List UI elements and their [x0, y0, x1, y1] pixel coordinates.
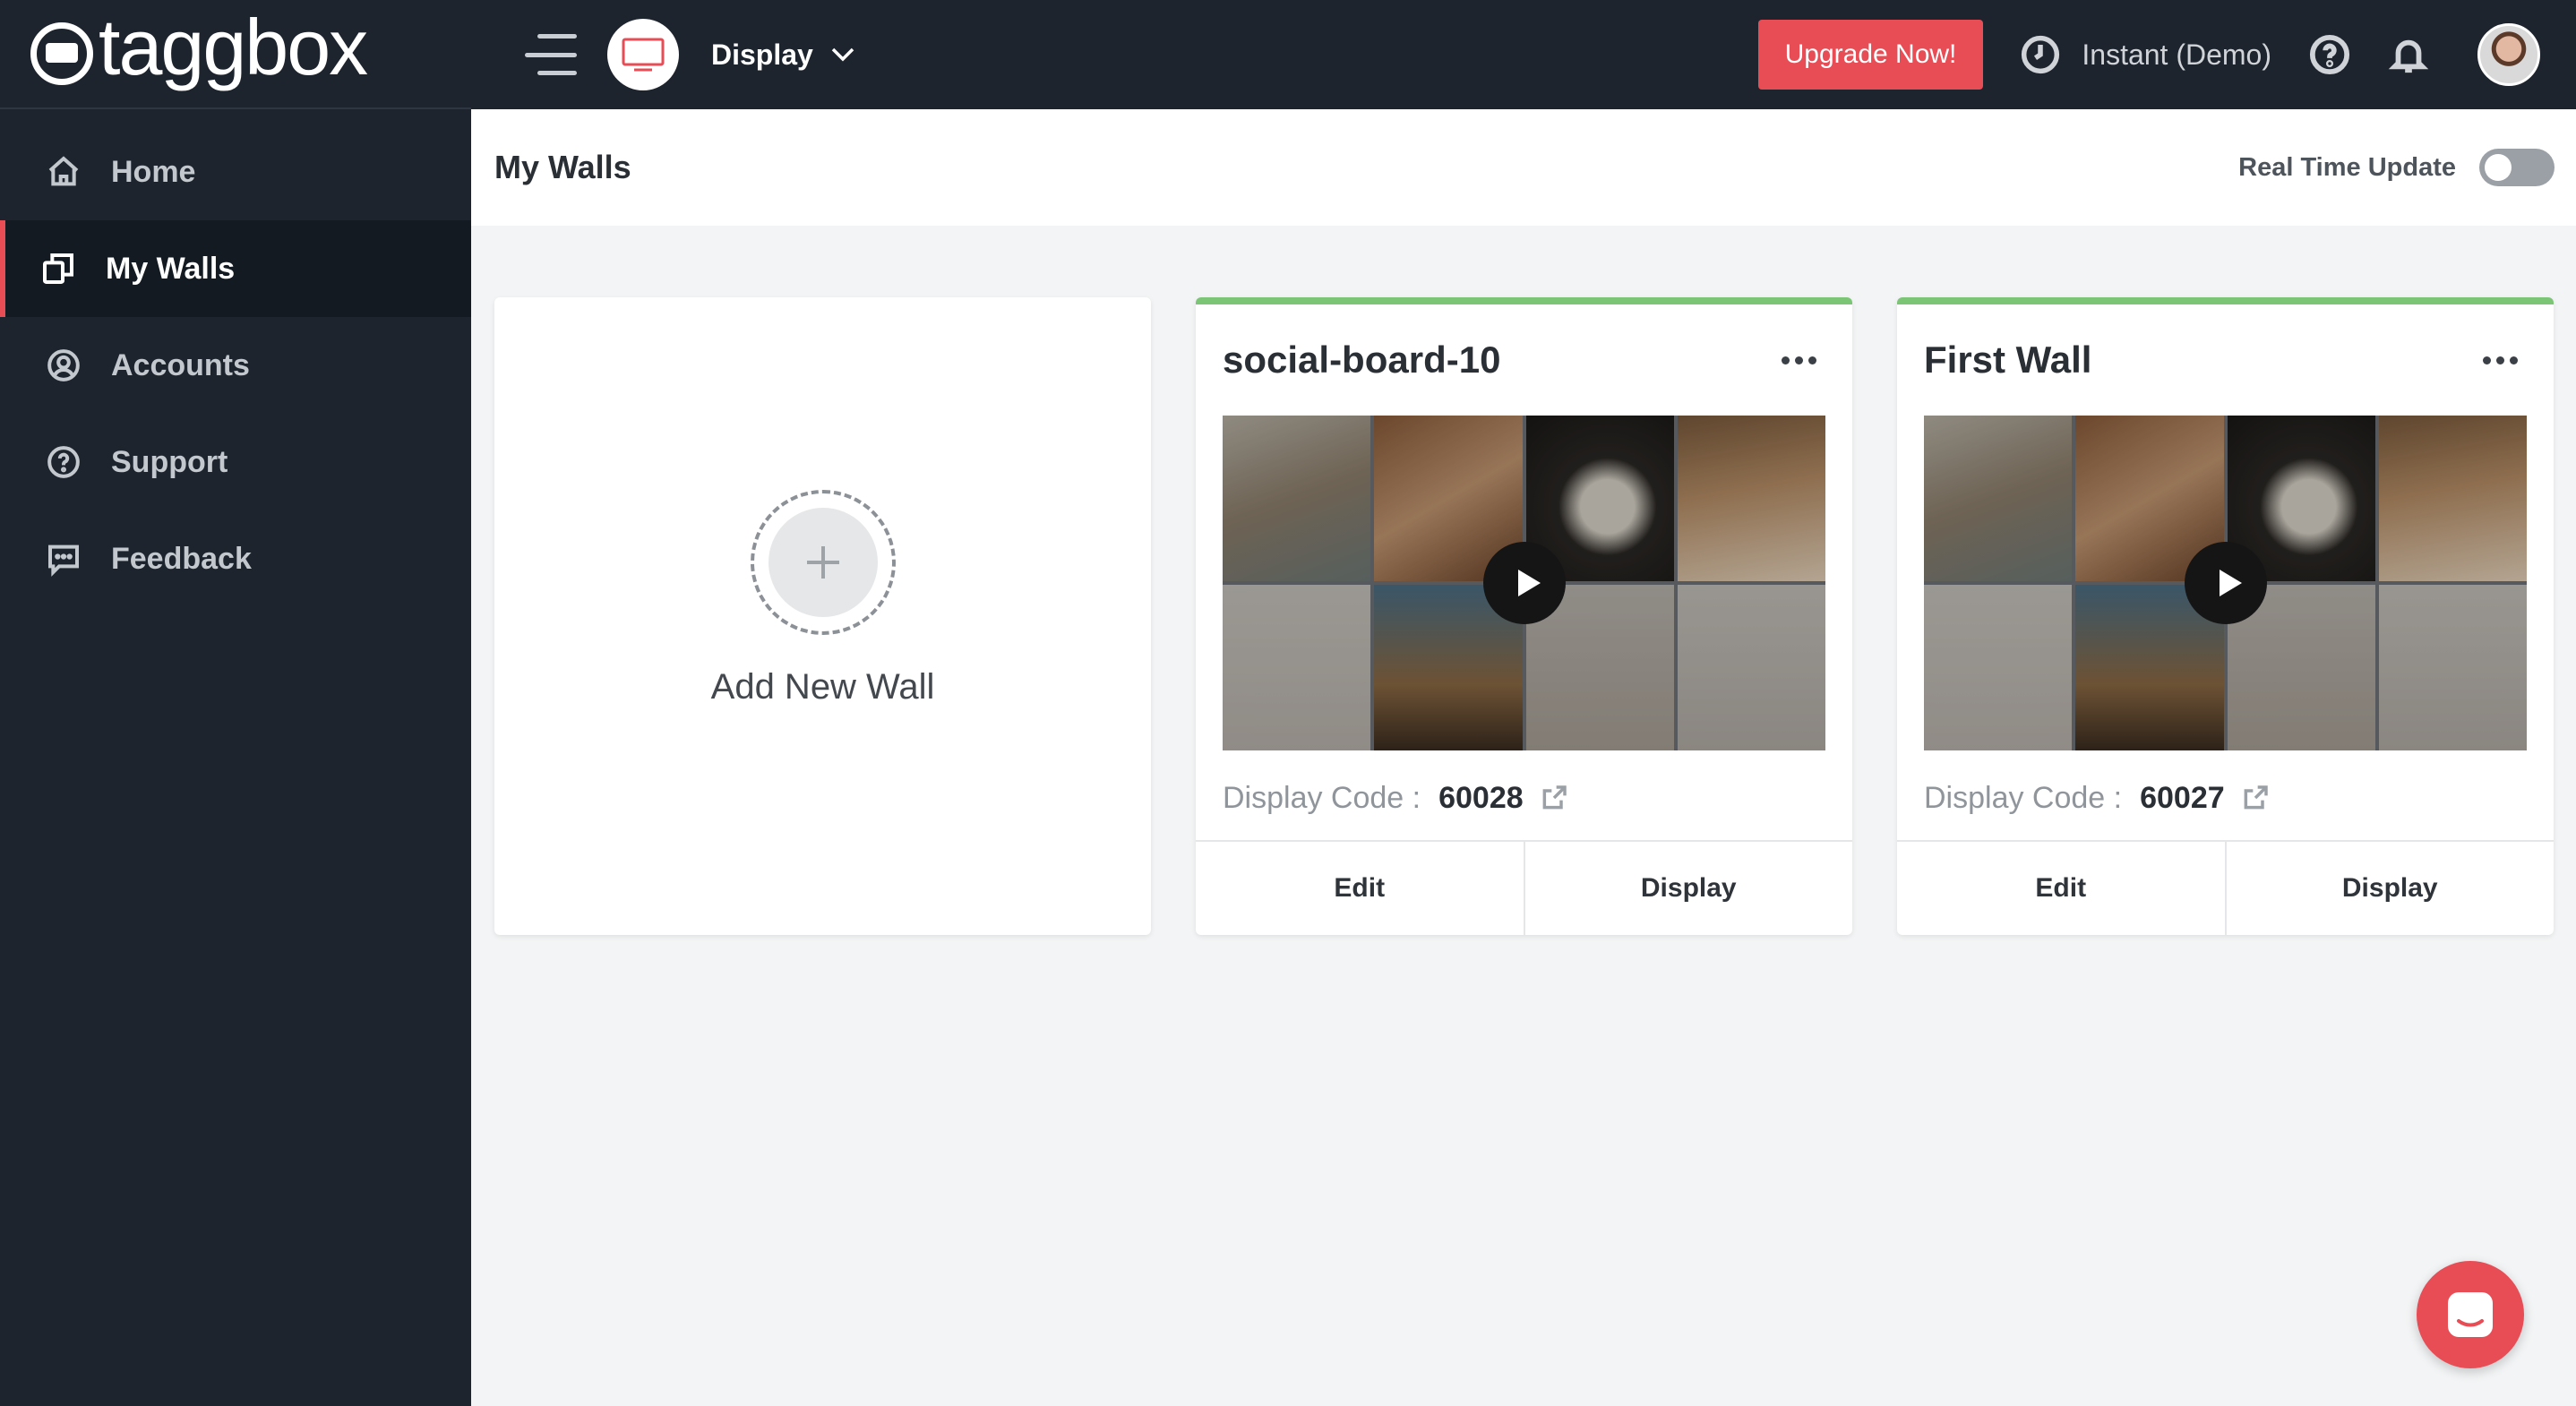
help-button[interactable] [2309, 34, 2350, 75]
topbar-actions: Upgrade Now! Instant (Demo) [1757, 0, 2576, 109]
home-icon [45, 153, 82, 191]
sidebar-item-label: Support [111, 444, 228, 479]
wall-preview-thumbnail[interactable] [1924, 416, 2527, 750]
logo[interactable]: taggbox [0, 0, 471, 109]
walls-icon [39, 250, 77, 287]
taggbox-logo-icon [30, 22, 93, 85]
sidebar: taggbox Home My Walls Accounts Support F… [0, 0, 471, 1406]
wall-card: First Wall Display Code : 60027 Edit Dis… [1897, 297, 2554, 935]
help-icon [2309, 34, 2350, 75]
sidebar-item-support[interactable]: Support [0, 414, 471, 510]
sidebar-nav: Home My Walls Accounts Support Feedback [0, 124, 471, 607]
upgrade-button[interactable]: Upgrade Now! [1757, 20, 1984, 90]
display-code-value: 60027 [2140, 780, 2225, 815]
wall-actions: Edit Display [1196, 840, 1852, 935]
page-header: My Walls Real Time Update [471, 109, 2576, 226]
add-new-wall-label: Add New Wall [710, 666, 935, 707]
external-link-icon[interactable] [1540, 784, 1568, 812]
sidebar-item-label: Feedback [111, 541, 252, 576]
more-options-icon[interactable] [2474, 347, 2527, 373]
sidebar-item-label: Home [111, 154, 196, 189]
plus-icon [806, 545, 839, 579]
bell-icon [2388, 39, 2429, 73]
help-circle-icon [45, 443, 82, 481]
display-code-label: Display Code : [1924, 780, 2123, 815]
display-code-row: Display Code : 60027 [1897, 750, 2554, 845]
realtime-update-label: Real Time Update [2238, 152, 2456, 182]
play-icon[interactable] [1482, 542, 1566, 624]
walls-grid: Add New Wall social-board-10 Display Cod… [494, 297, 2554, 935]
external-link-icon[interactable] [2241, 784, 2270, 812]
play-icon[interactable] [2184, 542, 2267, 624]
display-code-row: Display Code : 60028 [1196, 750, 1852, 845]
user-circle-icon [45, 347, 82, 384]
sidebar-item-feedback[interactable]: Feedback [0, 510, 471, 607]
product-select-label: Display [711, 38, 813, 71]
display-monitor-icon[interactable] [607, 19, 679, 90]
topbar: Display Upgrade Now! Instant (Demo) [471, 0, 2576, 109]
product-select[interactable]: Display [711, 39, 854, 72]
realtime-update: Real Time Update [2238, 149, 2555, 186]
add-wall-circle [750, 489, 896, 635]
plan-status[interactable]: Instant (Demo) [2021, 35, 2271, 74]
chat-bubble-icon [45, 540, 82, 578]
display-code-label: Display Code : [1223, 780, 1421, 815]
display-button[interactable]: Display [1523, 842, 1853, 935]
edit-button[interactable]: Edit [1897, 842, 2225, 935]
wall-title: First Wall [1924, 339, 2092, 381]
display-code-value: 60028 [1438, 780, 1524, 815]
sidebar-item-home[interactable]: Home [0, 124, 471, 220]
wall-card: social-board-10 Display Code : 60028 Edi… [1196, 297, 1852, 935]
chat-icon [2448, 1292, 2493, 1337]
notifications-button[interactable] [2388, 34, 2429, 75]
plan-label: Instant (Demo) [2082, 38, 2271, 71]
wall-actions: Edit Display [1897, 840, 2554, 935]
brand-name: taggbox [99, 3, 368, 91]
avatar[interactable] [2477, 23, 2540, 86]
wall-title: social-board-10 [1223, 339, 1501, 381]
menu-toggle-icon[interactable] [521, 34, 577, 75]
chevron-down-icon [831, 47, 854, 62]
sidebar-item-accounts[interactable]: Accounts [0, 317, 471, 414]
sidebar-item-label: My Walls [106, 251, 236, 286]
realtime-update-toggle[interactable] [2479, 149, 2555, 186]
display-button[interactable]: Display [2224, 842, 2555, 935]
sidebar-item-label: Accounts [111, 347, 250, 382]
more-options-icon[interactable] [1773, 347, 1825, 373]
clock-icon [2022, 35, 2060, 74]
edit-button[interactable]: Edit [1196, 842, 1524, 935]
wall-preview-thumbnail[interactable] [1223, 416, 1825, 750]
add-new-wall-card[interactable]: Add New Wall [494, 297, 1151, 935]
chat-launcher-button[interactable] [2417, 1261, 2524, 1368]
page-title: My Walls [494, 149, 631, 185]
sidebar-item-my-walls[interactable]: My Walls [0, 220, 471, 317]
